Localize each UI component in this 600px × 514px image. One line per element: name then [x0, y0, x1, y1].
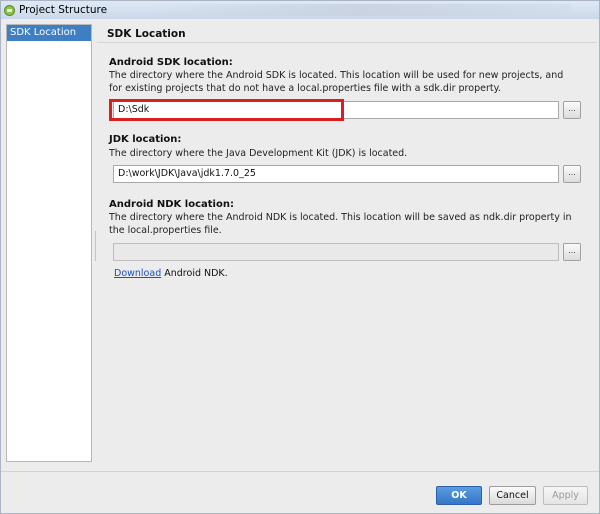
ok-button[interactable]: OK	[436, 486, 482, 505]
section-title: SDK Location	[107, 28, 186, 40]
cancel-button[interactable]: Cancel	[489, 486, 536, 505]
android-studio-icon	[4, 4, 15, 16]
jdk-path-input[interactable]: D:\work\JDK\Java\jdk1.7.0_25	[113, 165, 559, 183]
android-ndk-browse-button[interactable]: ...	[563, 243, 581, 261]
sidebar: SDK Location	[6, 24, 92, 462]
sidebar-item-sdk-location[interactable]: SDK Location	[7, 25, 91, 41]
android-ndk-label: Android NDK location:	[109, 199, 234, 210]
jdk-description: The directory where the Java Development…	[109, 148, 408, 159]
android-sdk-browse-button[interactable]: ...	[563, 101, 581, 119]
highlight-annotation	[109, 99, 344, 121]
header-divider	[97, 42, 597, 43]
download-ndk-link[interactable]: Download	[114, 268, 161, 279]
jdk-browse-button[interactable]: ...	[563, 165, 581, 183]
blurred-titlebar-area	[151, 4, 571, 16]
android-ndk-path-input[interactable]	[113, 243, 559, 261]
android-ndk-description: The directory where the Android NDK is l…	[109, 212, 572, 236]
download-ndk-row: Download Android NDK.	[114, 268, 228, 279]
apply-button[interactable]: Apply	[543, 486, 588, 505]
android-sdk-label: Android SDK location:	[109, 57, 233, 68]
download-ndk-suffix: Android NDK.	[161, 268, 228, 279]
footer-divider	[1, 471, 599, 472]
project-structure-dialog: Project Structure SDK Location SDK Locat…	[0, 0, 600, 514]
android-sdk-description: The directory where the Android SDK is l…	[109, 70, 564, 94]
jdk-label: JDK location:	[109, 134, 182, 145]
window-title: Project Structure	[19, 4, 108, 16]
title-bar[interactable]: Project Structure	[1, 1, 599, 19]
